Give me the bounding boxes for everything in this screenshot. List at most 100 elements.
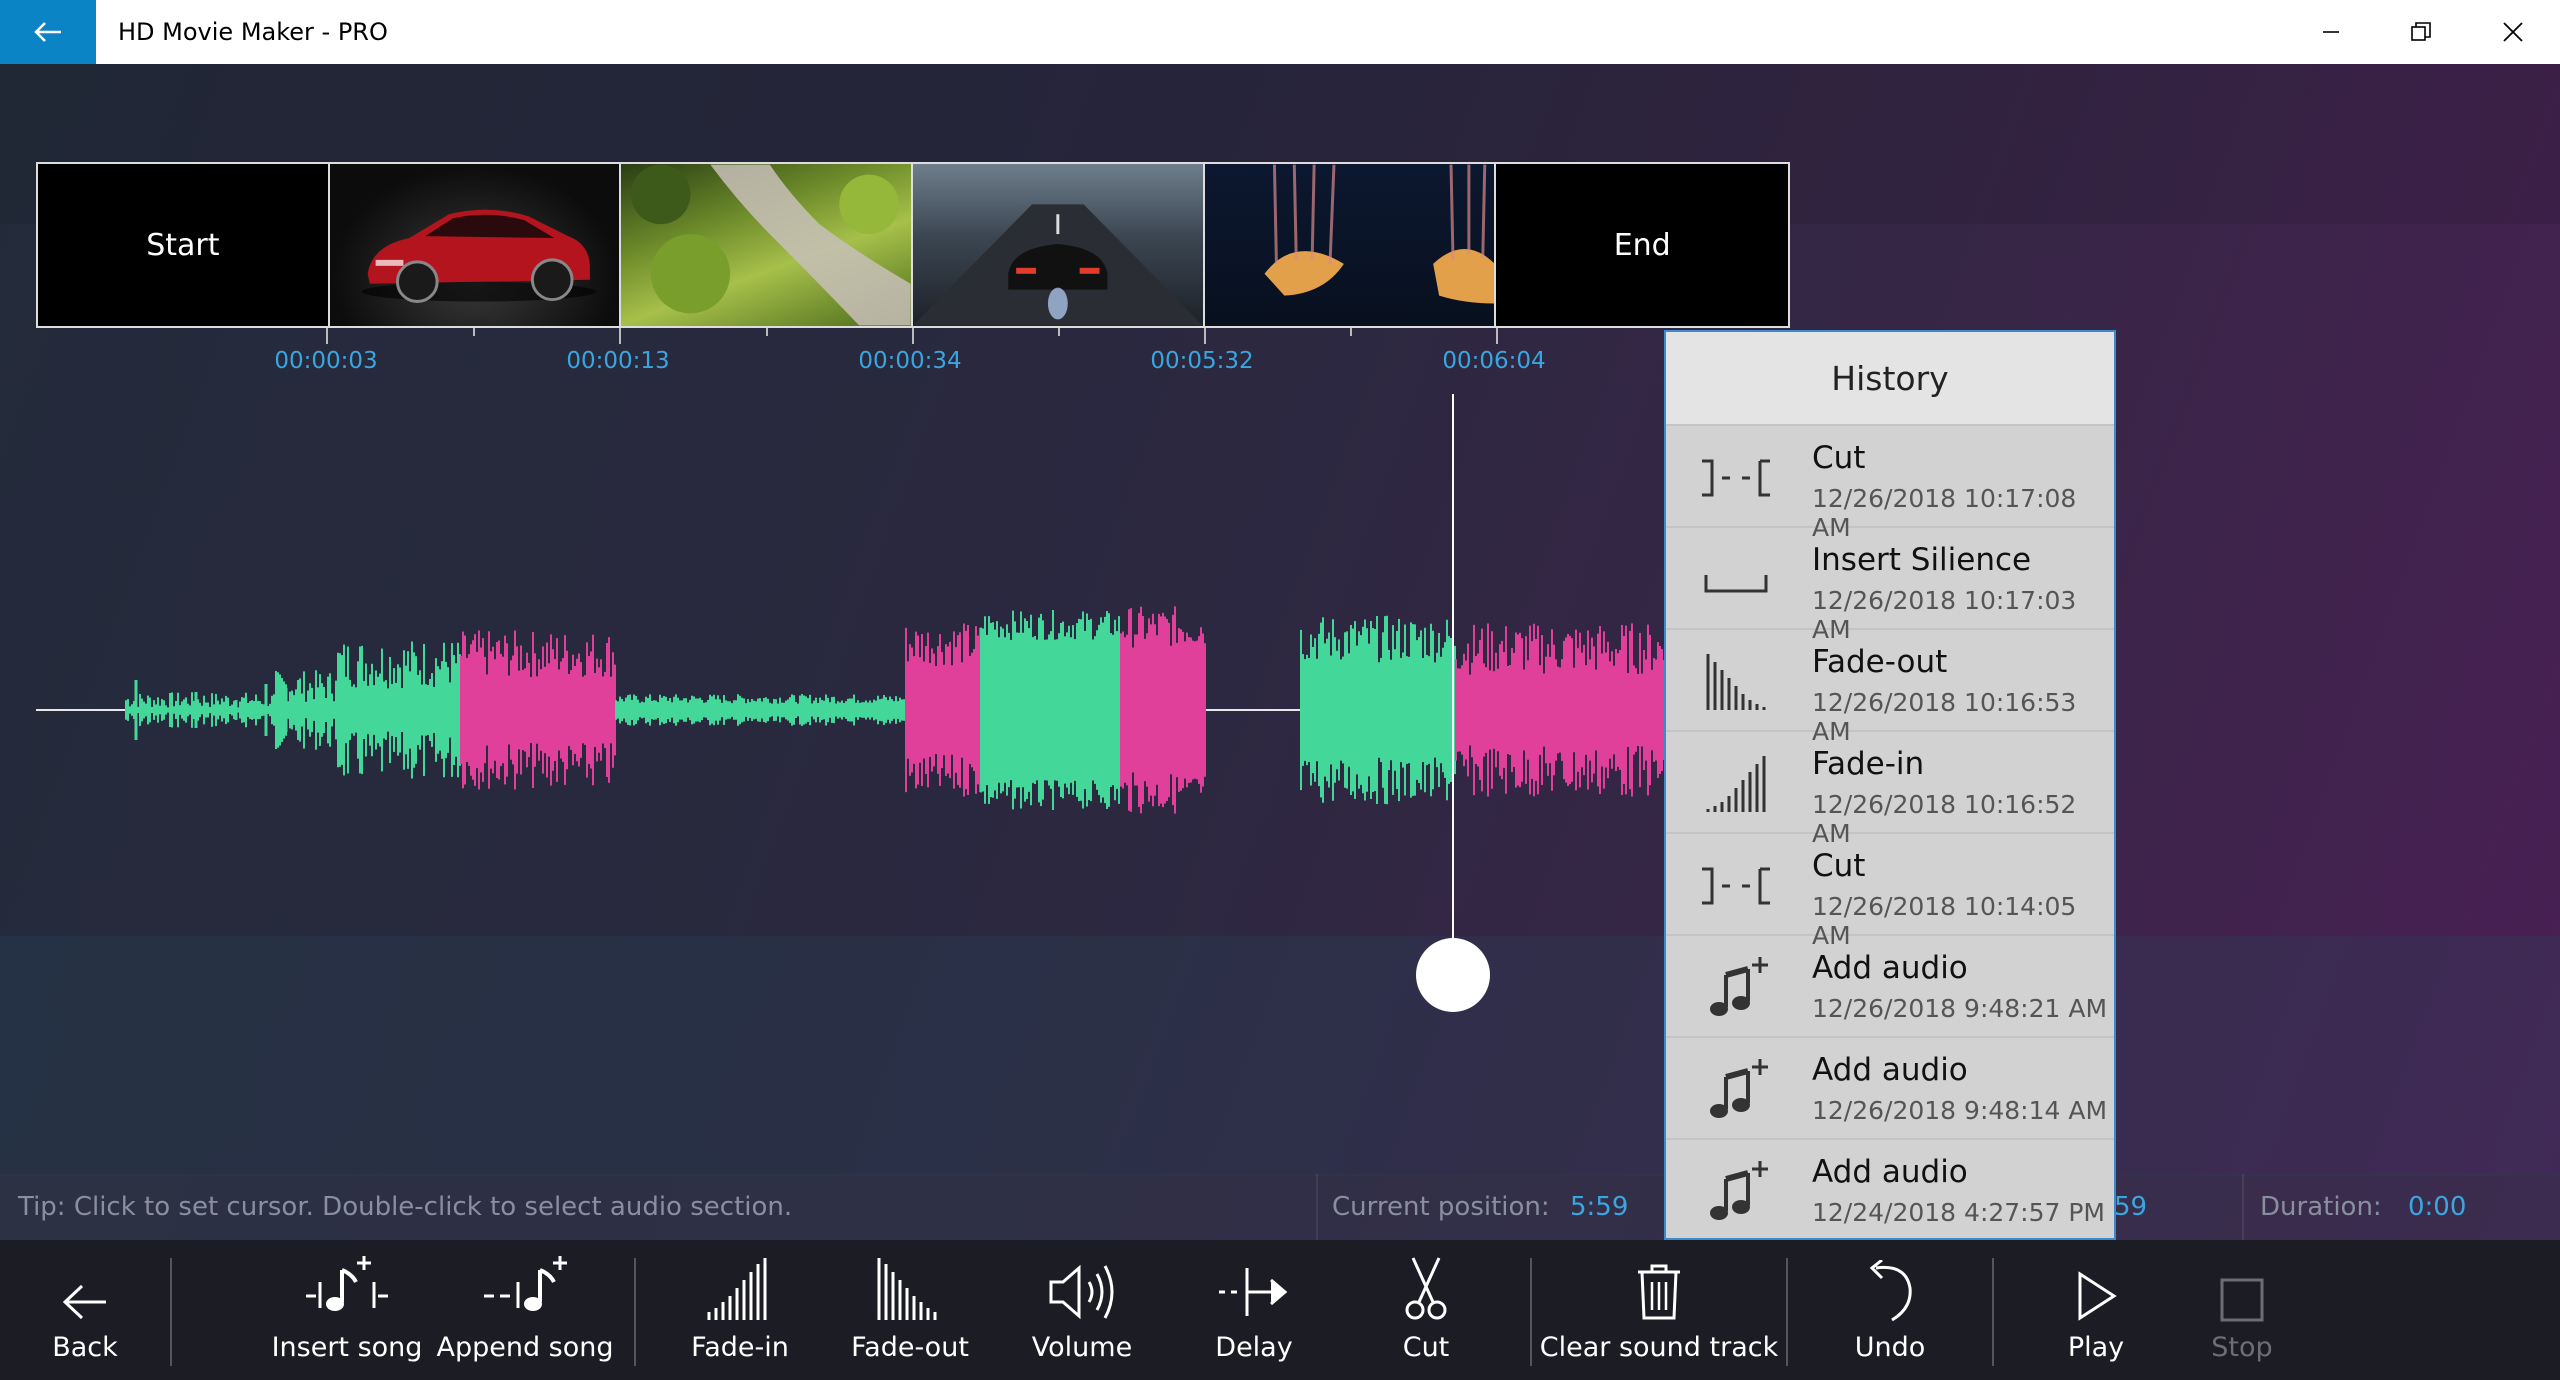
history-item[interactable]: Fade-out 12/26/2018 10:16:53 AM (1666, 630, 2114, 746)
audio-waveform[interactable] (36, 560, 1686, 860)
play-icon (2078, 1271, 2117, 1321)
history-item[interactable]: Fade-in 12/26/2018 10:16:52 AM (1666, 732, 2114, 848)
history-item-name: Insert Silience (1812, 542, 2032, 578)
history-item[interactable]: Add audio 12/26/2018 9:48:21 AM (1666, 936, 2114, 1038)
history-item-name: Fade-in (1812, 746, 1925, 782)
start-thumbnail[interactable]: Start (38, 164, 330, 326)
history-item[interactable]: Insert Silience 12/26/2018 10:17:03 AM (1666, 528, 2114, 644)
append-song-button[interactable]: Append song (436, 1240, 614, 1380)
tick (326, 328, 328, 344)
history-item-date: 12/24/2018 4:27:57 PM (1812, 1198, 2106, 1227)
title-bar: HD Movie Maker - PRO (0, 0, 2560, 64)
scissors-icon (1405, 1257, 1447, 1320)
undo-label: Undo (1854, 1332, 1926, 1363)
end-thumbnail[interactable]: End (1496, 164, 1789, 326)
back-label: Back (52, 1332, 118, 1363)
playhead-line[interactable] (1452, 394, 1454, 974)
time-label: 00:00:34 (858, 348, 962, 374)
history-item[interactable]: Cut 12/26/2018 10:14:05 AM (1666, 834, 2114, 950)
history-panel: History Cut 12/26/2018 10:17:08 AM Inser… (1664, 330, 2116, 1240)
tick (1204, 328, 1206, 344)
arrow-left-icon (34, 22, 61, 42)
time-label: 00:06:04 (1442, 348, 1546, 374)
undo-icon (1869, 1260, 1912, 1322)
history-item[interactable]: Cut 12/26/2018 10:17:08 AM (1666, 426, 2114, 542)
tick (766, 328, 768, 336)
duration-value: 0:00 (2408, 1192, 2467, 1222)
tick (1350, 328, 1352, 336)
add-audio-icon (1710, 1161, 1768, 1220)
clear-sound-track-button[interactable]: Clear sound track (1540, 1240, 1778, 1380)
stream-landscape-image (631, 164, 912, 326)
add-audio-icon (1710, 1059, 1768, 1118)
history-item-name: Add audio (1812, 950, 1968, 986)
history-item-date: 12/26/2018 9:48:21 AM (1812, 994, 2108, 1023)
arrow-left-icon (62, 1284, 106, 1320)
history-item-date: 12/26/2018 9:48:14 AM (1812, 1096, 2108, 1125)
current-position-value: 5:59 (1570, 1192, 1629, 1222)
append-song-label: Append song (436, 1332, 614, 1363)
clip-thumbnail-car[interactable] (329, 164, 622, 326)
tick (619, 328, 621, 344)
bottom-toolbar: Back Insert song Append song Fade-in Fad… (0, 1240, 2560, 1380)
history-item[interactable]: Add audio 12/24/2018 4:27:57 PM (1666, 1140, 2114, 1242)
history-item-name: Add audio (1812, 1154, 1968, 1190)
close-button[interactable] (2468, 0, 2558, 64)
time-label: 00:00:13 (566, 348, 670, 374)
time-label: 00:05:32 (1150, 348, 1254, 374)
tick (1496, 328, 1498, 344)
fade-out-icon (877, 1258, 937, 1320)
fade-in-button[interactable]: Fade-in (680, 1240, 800, 1380)
sports-car-image (913, 204, 1203, 326)
history-item-name: Fade-out (1812, 644, 1948, 680)
stop-label: Stop (2211, 1332, 2273, 1363)
toolbar-separator (170, 1258, 172, 1366)
tick (912, 328, 914, 344)
play-button[interactable]: Play (2046, 1240, 2146, 1380)
stop-icon (2220, 1278, 2264, 1322)
status-separator (2242, 1174, 2244, 1240)
title-back-button[interactable] (0, 0, 96, 64)
minimize-button[interactable] (2286, 0, 2376, 64)
tick (1058, 328, 1060, 336)
window-title: HD Movie Maker - PRO (118, 18, 388, 46)
insert-song-label: Insert song (271, 1332, 423, 1363)
history-title: History (1666, 332, 2114, 426)
cut-icon (1702, 867, 1770, 905)
end-label: End (1613, 227, 1671, 263)
history-item[interactable]: Add audio 12/26/2018 9:48:14 AM (1666, 1038, 2114, 1140)
fade-in-icon (707, 1258, 767, 1320)
fade-in-label: Fade-in (691, 1332, 789, 1363)
restore-icon (2411, 22, 2431, 41)
play-label: Play (2067, 1332, 2125, 1363)
playhead-handle[interactable] (1416, 938, 1490, 1012)
clip-thumbnail-jellyfish[interactable] (1204, 164, 1497, 326)
silence-icon (1704, 575, 1768, 593)
undo-button[interactable]: Undo (1840, 1240, 1940, 1380)
clear-sound-track-label: Clear sound track (1539, 1332, 1779, 1363)
minimize-icon (2323, 31, 2339, 33)
close-icon (2503, 22, 2523, 42)
start-label: Start (146, 227, 220, 263)
timeline-ruler[interactable] (36, 328, 1790, 344)
tick (473, 328, 475, 336)
clip-thumbnail-road[interactable] (913, 164, 1205, 326)
append-song-icon (484, 1256, 567, 1311)
cut-button[interactable]: Cut (1376, 1240, 1476, 1380)
current-position-label: Current position: (1332, 1192, 1550, 1222)
clip-thumbnail-stream[interactable] (621, 164, 914, 326)
insert-song-icon (306, 1256, 388, 1311)
bottom-band (0, 936, 2560, 1176)
toolbar-separator (1992, 1258, 1994, 1366)
back-button[interactable]: Back (30, 1240, 140, 1380)
delay-button[interactable]: Delay (1194, 1240, 1314, 1380)
fade-in-icon (1706, 756, 1766, 812)
restore-button[interactable] (2376, 0, 2466, 64)
stop-button[interactable]: Stop (2192, 1240, 2292, 1380)
toolbar-separator (634, 1258, 636, 1366)
volume-button[interactable]: Volume (1022, 1240, 1142, 1380)
fade-out-button[interactable]: Fade-out (840, 1240, 980, 1380)
jellyfish-image (1264, 164, 1495, 304)
video-thumbnail-strip[interactable]: Start End (36, 162, 1790, 328)
insert-song-button[interactable]: Insert song (272, 1240, 422, 1380)
